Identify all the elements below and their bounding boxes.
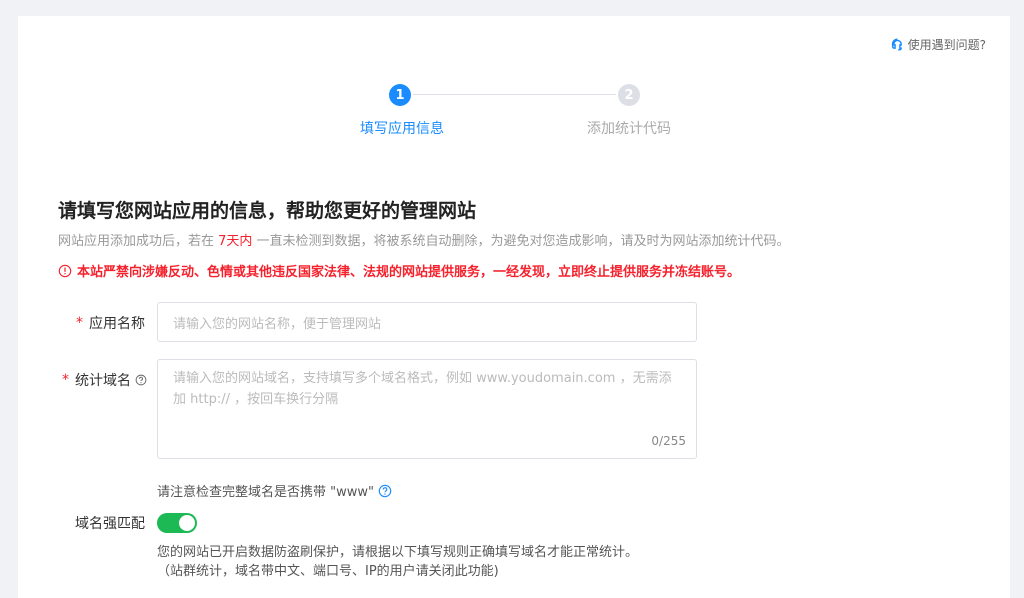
headset-icon <box>891 38 902 51</box>
main-card: 使用遇到问题? 1 填写应用信息 2 添加统计代码 请填写您网站应用的信息，帮助… <box>18 16 1010 598</box>
desc-highlight: 7天内 <box>218 234 253 249</box>
strict-match-label: 域名强匹配 <box>58 513 145 533</box>
domain-label: * 统计域名 <box>38 370 147 390</box>
strict-match-note: 您的网站已开启数据防盗刷保护，请根据以下填写规则正确填写域名才能正常统计。 （站… <box>157 543 638 581</box>
step-2-label: 添加统计代码 <box>587 121 671 137</box>
step-1-number: 1 <box>389 84 411 106</box>
desc-after: 一直未检测到数据，将被系统自动删除，为避免对您造成影响，请及时为网站添加统计代码… <box>252 234 790 249</box>
required-mark: * <box>62 372 69 388</box>
help-link[interactable]: 使用遇到问题? <box>891 36 986 53</box>
question-circle-icon[interactable] <box>378 484 392 498</box>
note-line-2: （站群统计，域名带中文、端口号、IP的用户请关闭此功能) <box>157 564 499 579</box>
required-mark: * <box>76 315 83 331</box>
toggle-knob <box>179 515 195 531</box>
www-tip: 请注意检查完整域名是否携带 "www" <box>157 481 392 500</box>
question-circle-icon[interactable] <box>135 374 147 386</box>
strict-match-label-text: 域名强匹配 <box>75 516 145 532</box>
desc-before: 网站应用添加成功后，若在 <box>58 234 219 249</box>
step-connector <box>413 94 616 95</box>
step-1-label: 填写应用信息 <box>360 121 444 137</box>
strict-match-toggle[interactable] <box>157 513 197 533</box>
app-name-label-text: 应用名称 <box>89 316 145 332</box>
form-description: 网站应用添加成功后，若在 7天内 一直未检测到数据，将被系统自动删除，为避免对您… <box>58 230 790 249</box>
warning-notice: 本站严禁向涉嫌反动、色情或其他违反国家法律、法规的网站提供服务，一经发现，立即终… <box>58 261 740 280</box>
app-name-label: * 应用名称 <box>58 313 145 333</box>
step-indicator: 1 填写应用信息 2 添加统计代码 <box>18 84 1010 144</box>
help-label: 使用遇到问题? <box>907 38 986 52</box>
warning-text: 本站严禁向涉嫌反动、色情或其他违反国家法律、法规的网站提供服务，一经发现，立即终… <box>77 265 741 280</box>
domain-textarea[interactable]: 请输入您的网站域名，支持填写多个域名格式，例如 www.youdomain.co… <box>157 359 697 459</box>
domain-label-text: 统计域名 <box>75 373 131 389</box>
app-name-placeholder: 请输入您的网站名称，便于管理网站 <box>173 317 382 332</box>
app-name-input[interactable]: 请输入您的网站名称，便于管理网站 <box>157 302 697 342</box>
char-counter: 0/255 <box>651 434 686 448</box>
step-2-number: 2 <box>618 84 640 106</box>
domain-placeholder: 请输入您的网站域名，支持填写多个域名格式，例如 www.youdomain.co… <box>173 371 672 407</box>
www-tip-text: 请注意检查完整域名是否携带 "www" <box>157 485 374 500</box>
form-title: 请填写您网站应用的信息，帮助您更好的管理网站 <box>58 200 477 222</box>
exclamation-circle-icon <box>58 264 72 277</box>
note-line-1: 您的网站已开启数据防盗刷保护，请根据以下填写规则正确填写域名才能正常统计。 <box>157 545 639 560</box>
